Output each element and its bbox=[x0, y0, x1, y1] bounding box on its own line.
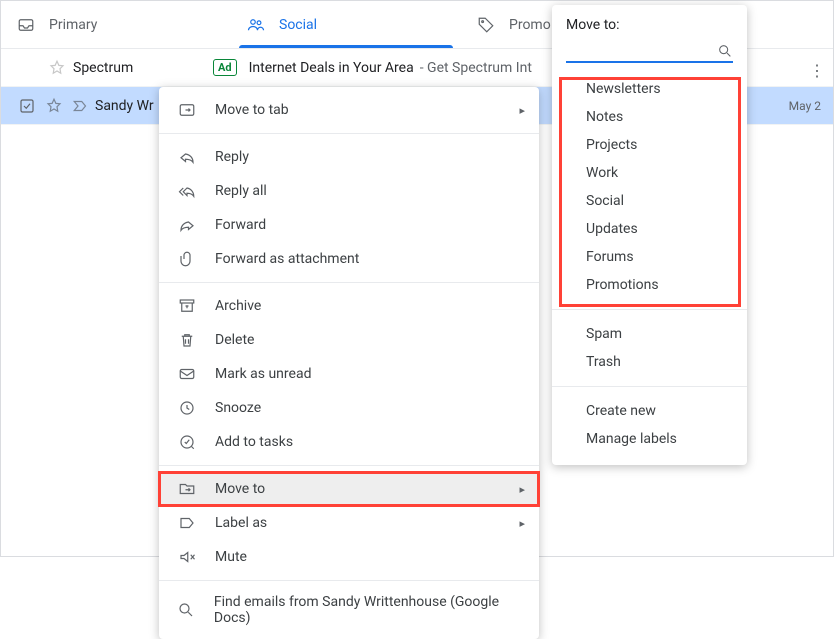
ad-badge: Ad bbox=[213, 59, 237, 76]
menu-mute[interactable]: Mute bbox=[159, 540, 539, 574]
moveto-title-text: Move to: bbox=[566, 17, 620, 33]
menu-reply-all[interactable]: Reply all bbox=[159, 174, 539, 208]
reply-icon bbox=[177, 147, 197, 167]
menu-forward[interactable]: Forward bbox=[159, 208, 539, 242]
moveto-item[interactable]: Newsletters bbox=[552, 75, 747, 103]
forward-icon bbox=[177, 215, 197, 235]
separator bbox=[159, 465, 539, 466]
moveto-label-list: Newsletters Notes Projects Work Social U… bbox=[552, 71, 747, 303]
moveto-search-input[interactable] bbox=[566, 41, 733, 63]
moveto-system-list: Spam Trash bbox=[552, 316, 747, 380]
search-icon bbox=[717, 43, 733, 59]
tab-social[interactable]: Social bbox=[231, 1, 461, 48]
menu-label: Move to tab bbox=[215, 102, 289, 118]
inbox-icon bbox=[17, 16, 35, 34]
moveto-item[interactable]: Forums bbox=[552, 243, 747, 271]
tab-primary[interactable]: Primary bbox=[1, 1, 231, 48]
subject: Internet Deals in Your Area bbox=[249, 60, 414, 76]
menu-label: Reply bbox=[215, 149, 249, 165]
menu-label: Delete bbox=[215, 332, 254, 348]
snippet: - Get Spectrum Int bbox=[420, 60, 532, 76]
menu-label: Label as bbox=[215, 515, 267, 531]
tab-label: Primary bbox=[49, 17, 97, 33]
checkbox-checked-icon[interactable] bbox=[13, 97, 41, 115]
moveto-item[interactable]: Projects bbox=[552, 131, 747, 159]
importance-icon[interactable] bbox=[67, 97, 95, 115]
moveto-item[interactable]: Promotions bbox=[552, 271, 747, 299]
moveto-item[interactable]: Social bbox=[552, 187, 747, 215]
moveto-item[interactable]: Work bbox=[552, 159, 747, 187]
reply-all-icon bbox=[177, 181, 197, 201]
task-icon bbox=[177, 432, 197, 452]
menu-forward-attachment[interactable]: Forward as attachment bbox=[159, 242, 539, 276]
moveto-item[interactable]: Notes bbox=[552, 103, 747, 131]
menu-label: Forward bbox=[215, 217, 266, 233]
move-to-icon bbox=[177, 479, 197, 499]
menu-label: Forward as attachment bbox=[215, 251, 359, 267]
menu-move-to[interactable]: Move to ▸ bbox=[159, 472, 539, 506]
menu-mark-unread[interactable]: Mark as unread bbox=[159, 357, 539, 391]
moveto-create-new[interactable]: Create new bbox=[552, 397, 747, 425]
menu-label: Add to tasks bbox=[215, 434, 293, 450]
search-icon bbox=[177, 600, 196, 620]
menu-label: Mark as unread bbox=[215, 366, 311, 382]
move-to-tab-icon bbox=[177, 100, 197, 120]
tag-icon bbox=[477, 16, 495, 34]
star-icon[interactable] bbox=[41, 97, 67, 115]
menu-label: Snooze bbox=[215, 400, 261, 416]
menu-archive[interactable]: Archive bbox=[159, 289, 539, 323]
moveto-actions-list: Create new Manage labels bbox=[552, 393, 747, 457]
star-icon[interactable] bbox=[41, 59, 73, 77]
moveto-item[interactable]: Updates bbox=[552, 215, 747, 243]
separator bbox=[552, 386, 747, 387]
moveto-trash[interactable]: Trash bbox=[552, 348, 747, 376]
moveto-panel: Move to: Newsletters Notes Projects Work… bbox=[552, 5, 747, 465]
separator bbox=[159, 282, 539, 283]
tab-label: Social bbox=[279, 17, 317, 33]
menu-label: Mute bbox=[215, 549, 247, 565]
chevron-right-icon: ▸ bbox=[519, 104, 525, 117]
label-icon bbox=[177, 513, 197, 533]
menu-label: Reply all bbox=[215, 183, 267, 199]
menu-find-emails[interactable]: Find emails from Sandy Writtenhouse (Goo… bbox=[159, 587, 539, 633]
chevron-right-icon: ▸ bbox=[519, 517, 525, 530]
separator bbox=[552, 309, 747, 310]
menu-label: Archive bbox=[215, 298, 261, 314]
menu-add-tasks[interactable]: Add to tasks bbox=[159, 425, 539, 459]
people-icon bbox=[247, 16, 265, 34]
chevron-right-icon: ▸ bbox=[519, 483, 525, 496]
attachment-icon bbox=[177, 249, 197, 269]
moveto-title: Move to: bbox=[552, 13, 747, 39]
menu-delete[interactable]: Delete bbox=[159, 323, 539, 357]
date: May 2 bbox=[789, 99, 821, 113]
menu-label: Move to bbox=[215, 481, 265, 497]
mute-icon bbox=[177, 547, 197, 567]
moveto-spam[interactable]: Spam bbox=[552, 320, 747, 348]
menu-label-as[interactable]: Label as ▸ bbox=[159, 506, 539, 540]
clock-icon bbox=[177, 398, 197, 418]
more-icon[interactable]: ⋮ bbox=[809, 61, 825, 80]
menu-snooze[interactable]: Snooze bbox=[159, 391, 539, 425]
sender: Spectrum bbox=[73, 60, 213, 76]
moveto-manage-labels[interactable]: Manage labels bbox=[552, 425, 747, 453]
menu-reply[interactable]: Reply bbox=[159, 140, 539, 174]
menu-label: Find emails from Sandy Writtenhouse (Goo… bbox=[214, 594, 521, 626]
delete-icon bbox=[177, 330, 197, 350]
context-menu: Move to tab ▸ Reply Reply all Forward Fo… bbox=[159, 87, 539, 639]
separator bbox=[159, 580, 539, 581]
menu-move-to-tab[interactable]: Move to tab ▸ bbox=[159, 93, 539, 127]
mail-icon bbox=[177, 364, 197, 384]
archive-icon bbox=[177, 296, 197, 316]
tab-label: Promo bbox=[509, 17, 551, 33]
separator bbox=[159, 133, 539, 134]
